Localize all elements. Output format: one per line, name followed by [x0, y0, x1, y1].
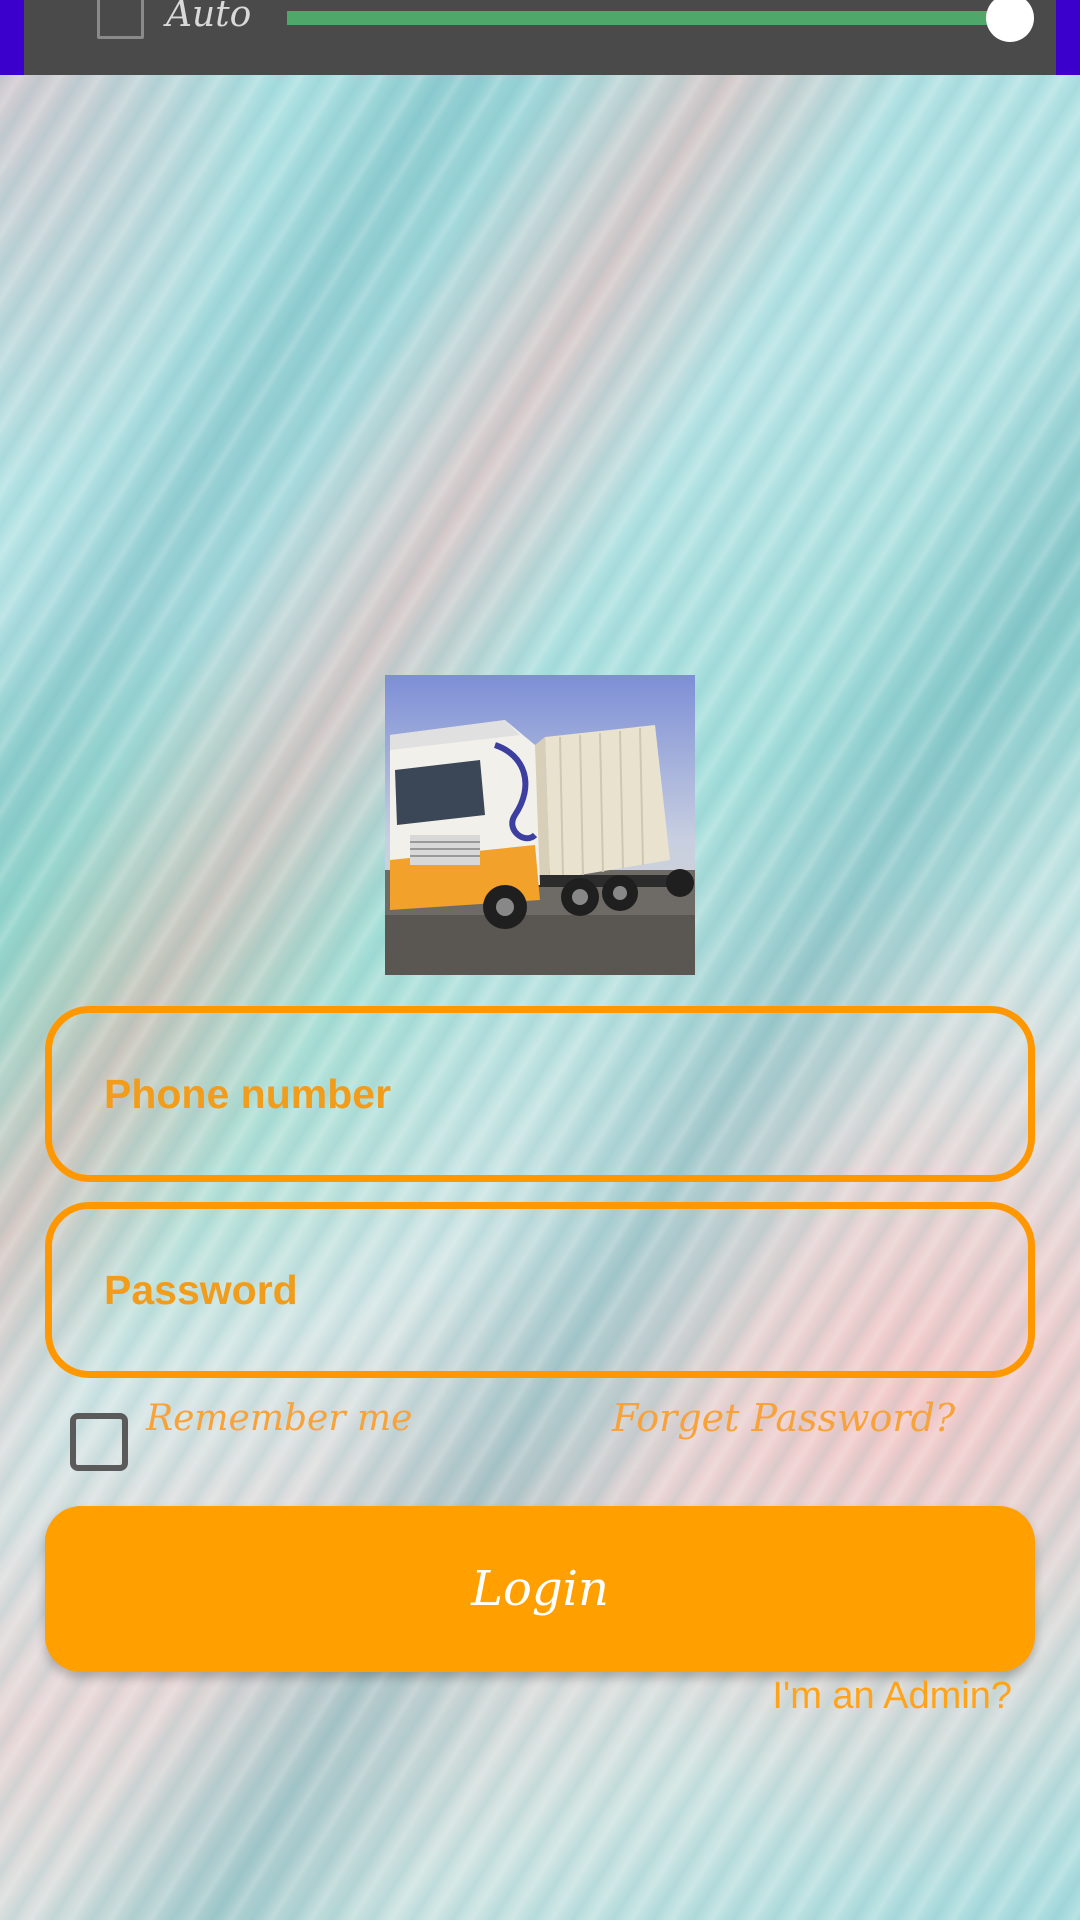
top-control-bar: Auto	[24, 0, 1056, 75]
forget-password-link[interactable]: Forget Password?	[612, 1396, 955, 1440]
truck-icon	[385, 675, 695, 975]
admin-link[interactable]: I'm an Admin?	[772, 1675, 1012, 1718]
password-input[interactable]	[104, 1209, 984, 1371]
password-field[interactable]	[45, 1202, 1035, 1378]
login-button[interactable]: Login	[45, 1506, 1035, 1672]
remember-me-checkbox[interactable]	[70, 1413, 128, 1471]
phone-number-field[interactable]	[45, 1006, 1035, 1182]
remember-me-label[interactable]: Remember me	[146, 1398, 412, 1439]
phone-number-input[interactable]	[104, 1013, 984, 1175]
auto-label: Auto	[166, 0, 252, 35]
auto-checkbox[interactable]	[97, 0, 144, 39]
brightness-slider-track[interactable]	[287, 11, 1010, 25]
truck-image	[385, 675, 695, 975]
slider-thumb[interactable]	[986, 0, 1034, 42]
